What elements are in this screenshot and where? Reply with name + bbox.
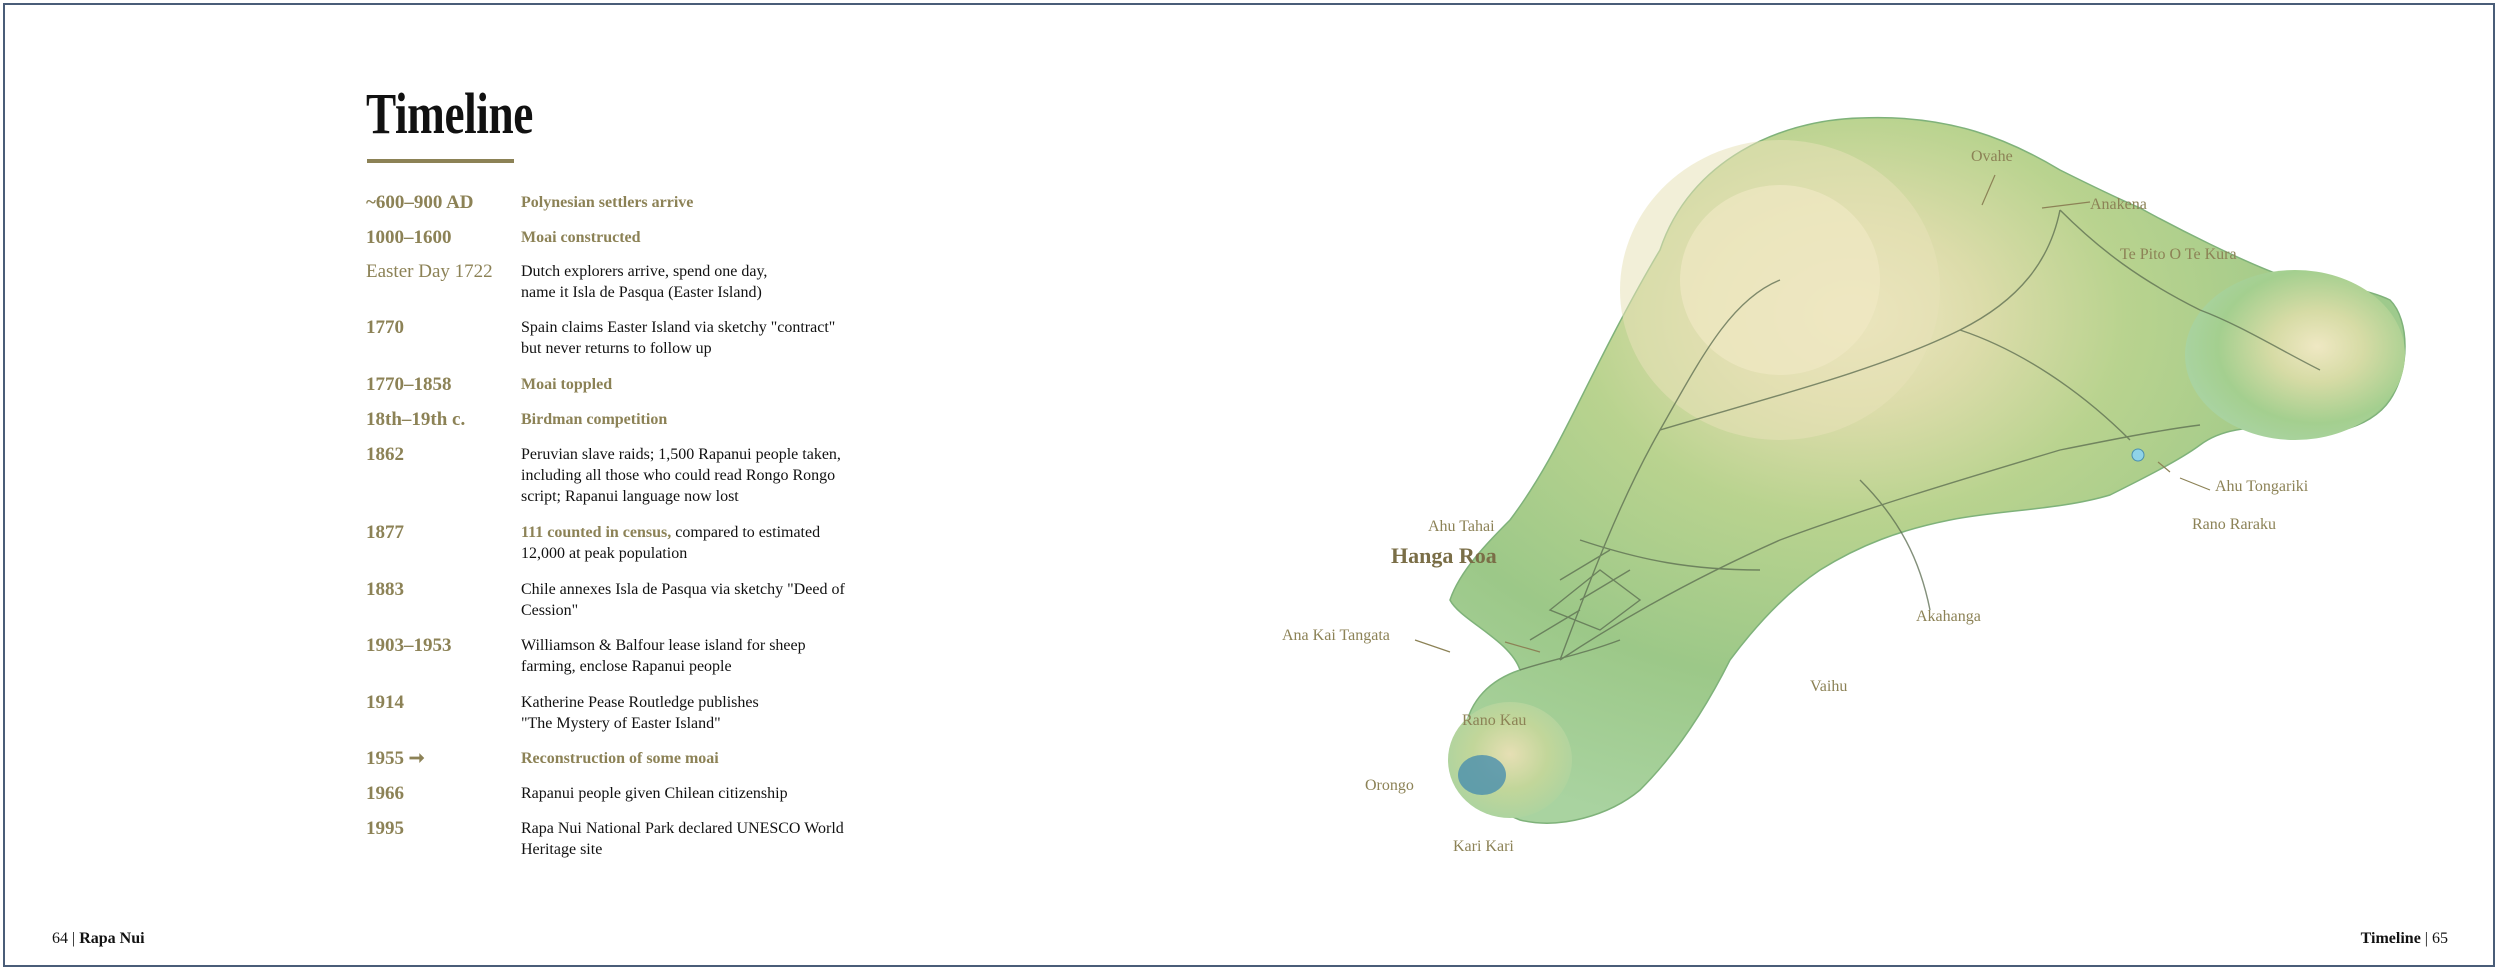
timeline-event: 111 counted in census, compared to estim… xyxy=(521,524,821,562)
timeline-year: 1877 xyxy=(366,522,404,543)
timeline-event: Polynesian settlers arrive xyxy=(521,194,694,211)
timeline-event: Rapa Nui National Park declared UNESCO W… xyxy=(521,820,844,858)
place-label: Orongo xyxy=(1365,777,1414,794)
timeline-year: ~600–900 AD xyxy=(366,192,474,213)
place-label: Te Pito O Te Kura xyxy=(2120,246,2237,263)
timeline-event: Williamson & Balfour lease island for sh… xyxy=(521,637,806,675)
timeline-event: Moai toppled xyxy=(521,376,613,393)
footer-right: Timeline | 65 xyxy=(2361,930,2448,948)
timeline-event: Chile annexes Isla de Pasqua via sketchy… xyxy=(521,581,845,619)
island-landmass xyxy=(1449,116,2406,824)
place-label: Kari Kari xyxy=(1453,838,1514,855)
page-number-left: 64 xyxy=(52,930,68,947)
timeline-event: Peruvian slave raids; 1,500 Rapanui peop… xyxy=(521,446,841,505)
page-title: Timeline xyxy=(366,81,533,146)
timeline-event: Moai constructed xyxy=(521,229,641,246)
place-label: Ovahe xyxy=(1971,148,2013,165)
timeline-year: 1914 xyxy=(366,692,404,713)
timeline-year: 1966 xyxy=(366,783,404,804)
timeline-year: 1955 ➞ xyxy=(366,748,425,769)
timeline-year: 1883 xyxy=(366,579,404,600)
page-number-right: 65 xyxy=(2432,930,2448,947)
timeline-year: Easter Day 1722 xyxy=(366,261,493,282)
crater-lake xyxy=(1458,755,1506,795)
island-map: Ovahe Anakena Te Pito O Te Kura Ahu Tong… xyxy=(1260,100,2430,880)
place-label: Ahu Tongariki xyxy=(2215,478,2309,495)
east-volcano xyxy=(2185,270,2405,440)
timeline-year: 1770 xyxy=(366,317,404,338)
title-underline xyxy=(367,159,514,163)
raraku-lake xyxy=(2131,448,2145,462)
timeline-year: 18th–19th c. xyxy=(366,409,466,430)
place-label: Anakena xyxy=(2090,196,2147,213)
timeline-year: 1995 xyxy=(366,818,404,839)
timeline-event: Reconstruction of some moai xyxy=(521,750,719,767)
footer-separator: | xyxy=(2424,930,2432,947)
timeline-event: Spain claims Easter Island via sketchy "… xyxy=(521,319,836,357)
timeline-event: Katherine Pease Routledge publishes "The… xyxy=(521,694,759,732)
footer-book-title: Rapa Nui xyxy=(79,930,145,947)
place-label: Ahu Tahai xyxy=(1428,518,1495,535)
timeline-year: 1862 xyxy=(366,444,404,465)
timeline-event: Birdman competition xyxy=(521,411,668,428)
timeline-event: Dutch explorers arrive, spend one day, n… xyxy=(521,263,768,301)
place-label-major: Hanga Roa xyxy=(1391,543,1497,568)
place-label: Ana Kai Tangata xyxy=(1282,627,1390,644)
place-label: Vaihu xyxy=(1810,678,1848,695)
timeline-year: 1000–1600 xyxy=(366,227,452,248)
timeline-event: Rapanui people given Chilean citizenship xyxy=(521,785,788,802)
timeline-year: 1903–1953 xyxy=(366,635,452,656)
place-label: Akahanga xyxy=(1916,608,1981,625)
timeline-year: 1770–1858 xyxy=(366,374,452,395)
footer-left: 64 | Rapa Nui xyxy=(52,930,145,948)
place-label: Rano Raraku xyxy=(2192,516,2276,533)
place-label: Rano Kau xyxy=(1462,712,1527,729)
footer-section-title: Timeline xyxy=(2360,930,2421,947)
